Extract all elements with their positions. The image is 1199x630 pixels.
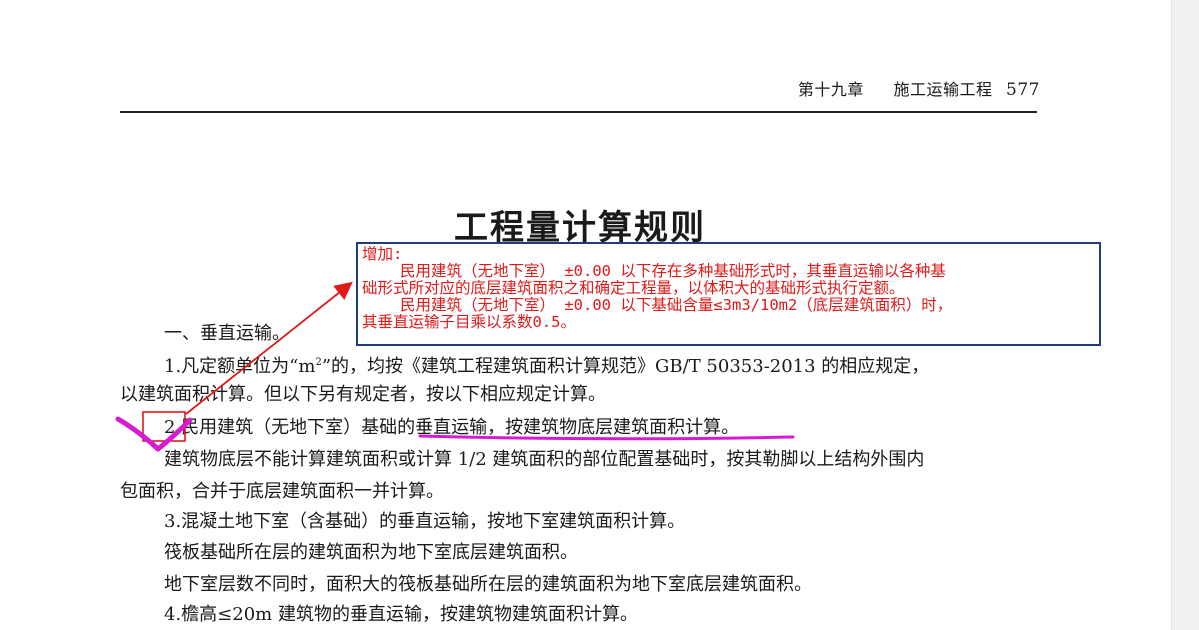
rule-2-continued-2: 包面积，合并于底层建筑面积一并计算。: [120, 481, 444, 502]
rule-1-text-a: 1.凡定额单位为“m: [164, 356, 316, 377]
section-label: 施工运输工程: [893, 80, 993, 99]
rule-2: 2.民用建筑（无地下室）基础的垂直运输，按建筑物底层建筑面积计算。: [164, 417, 740, 438]
rule-2-continued-1: 建筑物底层不能计算建筑面积或计算 1/2 建筑面积的部位配置基础时，按其勒脚以上…: [164, 449, 925, 470]
rule-3-continued-1: 筏板基础所在层的建筑面积为地下室底层建筑面积。: [164, 542, 578, 563]
annotation-heading: 增加:: [362, 245, 403, 263]
page-number: 577: [1006, 80, 1040, 100]
header-rule: [120, 111, 1037, 113]
page-header: 第十九章 施工运输工程 577: [700, 76, 1040, 100]
document-page: 第十九章 施工运输工程 577 工程量计算规则 一、垂直运输。 1.凡定额单位为…: [0, 0, 1172, 630]
rule-1: 1.凡定额单位为“m2”的，均按《建筑工程建筑面积计算规范》GB/T 50353…: [164, 351, 929, 379]
rule-3: 3.混凝土地下室（含基础）的垂直运输，按地下室建筑面积计算。: [164, 511, 686, 532]
annotation-line-3: 民用建筑（无地下室） ±0.00 以下基础含量≤3m3/10m2（底层建筑面积）…: [400, 296, 953, 314]
rule-4: 4.檐高≤20m 建筑物的垂直运输，按建筑物建筑面积计算。: [164, 604, 638, 625]
annotation-line-1: 民用建筑（无地下室） ±0.00 以下存在多种基础形式时，其垂直运输以各种基: [400, 262, 946, 280]
annotation-box[interactable]: 增加: 民用建筑（无地下室） ±0.00 以下存在多种基础形式时，其垂直运输以各…: [356, 242, 1101, 346]
section-heading-vertical-transport: 一、垂直运输。: [164, 323, 290, 344]
rule-1-continued: 以建筑面积计算。但以下另有规定者，按以下相应规定计算。: [120, 384, 606, 405]
annotation-line-4: 其垂直运输子目乘以系数0.5。: [362, 313, 576, 331]
rule-3-continued-2: 地下室层数不同时，面积大的筏板基础所在层的建筑面积为地下室底层建筑面积。: [164, 574, 812, 595]
annotation-line-2: 础形式所对应的底层建筑面积之和确定工程量，以体积大的基础形式执行定额。: [362, 279, 905, 297]
chapter-label: 第十九章: [797, 80, 864, 99]
vertical-scrollbar[interactable]: [1171, 0, 1199, 630]
rule-1-text-b: ”的，均按《建筑工程建筑面积计算规范》GB/T 50353-2013 的相应规定…: [321, 356, 930, 377]
